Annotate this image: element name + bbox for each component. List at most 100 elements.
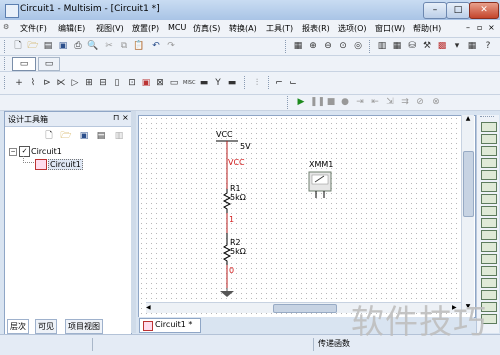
place-ttl-icon[interactable]: ⊞ — [83, 77, 95, 89]
tree-child-label[interactable]: Circuit1 — [48, 159, 83, 170]
paste-icon[interactable]: 📋 — [133, 40, 145, 52]
toolbar-grip[interactable] — [4, 76, 8, 89]
function-generator-icon[interactable] — [481, 134, 497, 144]
place-diode-icon[interactable]: ⊳ — [41, 77, 53, 89]
place-analog-icon[interactable]: ▷ — [69, 77, 81, 89]
stop-simulation-icon[interactable]: ■ — [325, 96, 337, 108]
place-basic-icon[interactable]: ⌇ — [27, 77, 39, 89]
menu-mcu[interactable]: MCU — [168, 23, 186, 32]
scroll-thumb[interactable] — [463, 151, 474, 217]
place-connector-icon[interactable]: ⫶ — [251, 77, 263, 89]
canvas-vertical-scrollbar[interactable]: ▲ ▼ — [461, 115, 474, 313]
scroll-up-icon[interactable]: ▲ — [463, 115, 473, 124]
place-misc-icon[interactable]: MISC — [183, 77, 195, 89]
toolbar-grip[interactable] — [244, 76, 248, 89]
menu-tools[interactable]: 工具(T) — [266, 23, 293, 34]
iv-analyzer-icon[interactable] — [481, 242, 497, 252]
scroll-left-icon[interactable]: ◀ — [146, 304, 151, 311]
place-rf-icon[interactable]: Y — [212, 77, 224, 89]
mdi-restore-button[interactable]: ▫ — [477, 23, 482, 32]
place-transistor-icon[interactable]: ⋉ — [55, 77, 67, 89]
place-electromechanical-icon[interactable]: ▬ — [226, 77, 238, 89]
place-cmos-icon[interactable]: ⊟ — [97, 77, 109, 89]
multisim-app-icon[interactable] — [5, 4, 19, 18]
mdi-minimize-button[interactable]: – — [466, 23, 470, 32]
toolbar-grip[interactable] — [268, 76, 272, 89]
spreadsheet-icon[interactable]: ▦ — [391, 40, 403, 52]
place-misc-digital-icon[interactable]: ⊡ — [126, 77, 138, 89]
menu-reports[interactable]: 报表(R) — [302, 23, 330, 34]
mdi-close-button[interactable]: × — [488, 23, 495, 32]
four-channel-oscilloscope-icon[interactable] — [481, 170, 497, 180]
panel-close-icon[interactable]: × — [122, 113, 129, 122]
place-indicator-icon[interactable]: ⊠ — [154, 77, 166, 89]
new-file-icon[interactable]: 🗋 — [12, 40, 24, 52]
delete-design-icon[interactable]: ▥ — [113, 130, 125, 142]
mdi-system-icon[interactable]: ⚙ — [3, 23, 9, 31]
new-design-icon[interactable]: 🗋 — [43, 130, 55, 142]
place-advanced-peripherals-icon[interactable]: ▬ — [198, 77, 210, 89]
menu-view[interactable]: 视图(V) — [96, 23, 124, 34]
design-toolbox-icon[interactable]: ▥ — [376, 40, 388, 52]
pause-simulation-icon[interactable]: ❚❚ — [310, 96, 325, 108]
zoom-in-icon[interactable]: ⊕ — [307, 40, 319, 52]
step-into-icon[interactable]: ⇥ — [354, 96, 366, 108]
fullscreen-icon[interactable]: ▦ — [292, 40, 304, 52]
vcc-label[interactable]: VCC — [216, 130, 233, 139]
postprocessor-icon[interactable]: ▩ — [436, 40, 448, 52]
menu-place[interactable]: 放置(P) — [132, 23, 159, 34]
toggle-breakpoint-icon[interactable]: ⊘ — [414, 96, 426, 108]
wattmeter-icon[interactable] — [481, 146, 497, 156]
help-icon[interactable]: ? — [482, 40, 494, 52]
distortion-analyzer-icon[interactable] — [481, 254, 497, 264]
place-bus-icon[interactable]: ⌐ — [273, 77, 285, 89]
toolbar-grip[interactable] — [285, 40, 289, 53]
panel-splitter[interactable] — [131, 111, 136, 333]
close-design-icon[interactable]: ▤ — [95, 130, 107, 142]
tab-hierarchy[interactable]: 层次 — [7, 319, 29, 334]
copy-icon[interactable]: ⧉ — [118, 40, 130, 52]
undo-icon[interactable]: ↶ — [150, 40, 162, 52]
place-hier-block-icon[interactable]: ⌙ — [287, 77, 299, 89]
menu-edit[interactable]: 编辑(E) — [58, 23, 85, 34]
run-to-cursor-icon[interactable]: ⇉ — [399, 96, 411, 108]
zoom-area-icon[interactable]: ⊙ — [337, 40, 349, 52]
place-source-icon[interactable]: + — [13, 77, 25, 89]
close-button[interactable]: ✕ — [469, 2, 499, 19]
toolbar-grip[interactable] — [369, 40, 373, 53]
spectrum-analyzer-icon[interactable] — [481, 266, 497, 276]
logic-converter-icon[interactable] — [481, 230, 497, 240]
tree-collapse-toggle[interactable]: − — [9, 148, 17, 156]
frequency-counter-icon[interactable] — [481, 194, 497, 204]
place-power-icon[interactable]: ▭ — [168, 77, 180, 89]
multimeter-instrument-icon[interactable] — [481, 122, 497, 132]
toolbar-grip[interactable] — [4, 40, 8, 53]
layout-mode-icon[interactable]: ▭ — [38, 57, 60, 71]
menu-transfer[interactable]: 转换(A) — [229, 23, 257, 34]
horizontal-scroll-thumb[interactable] — [273, 304, 337, 313]
print-icon[interactable]: ⎙ — [72, 40, 84, 52]
menu-simulate[interactable]: 仿真(S) — [193, 23, 220, 34]
save-design-icon[interactable]: ▣ — [78, 130, 90, 142]
zoom-fit-icon[interactable]: ◎ — [352, 40, 364, 52]
ground-symbol[interactable] — [220, 291, 234, 297]
tab-visibility[interactable]: 可见 — [35, 319, 57, 334]
cut-icon[interactable]: ✂ — [103, 40, 115, 52]
place-mixed-icon[interactable]: ▣ — [140, 77, 152, 89]
toolbar-grip[interactable] — [287, 96, 291, 109]
place-mcu-icon[interactable]: ▯ — [111, 77, 123, 89]
open-design-icon[interactable]: 🗁 — [60, 130, 72, 142]
panel-pin-icon[interactable]: ⊓ — [113, 113, 119, 122]
step-out-icon[interactable]: ⇲ — [384, 96, 396, 108]
toolbar-grip[interactable] — [4, 57, 8, 70]
database-icon[interactable]: ⛁ — [406, 40, 418, 52]
run-simulation-icon[interactable]: ▶ — [295, 96, 307, 108]
component-list-dropdown[interactable]: ▾ — [451, 40, 463, 52]
tab-project-view[interactable]: 项目视图 — [65, 319, 103, 334]
minimize-button[interactable]: – — [423, 2, 447, 19]
menu-options[interactable]: 选项(O) — [338, 23, 367, 34]
network-analyzer-icon[interactable] — [481, 278, 497, 288]
step-over-icon[interactable]: ⇤ — [369, 96, 381, 108]
zoom-out-icon[interactable]: ⊖ — [322, 40, 334, 52]
maximize-button[interactable]: □ — [446, 2, 470, 19]
